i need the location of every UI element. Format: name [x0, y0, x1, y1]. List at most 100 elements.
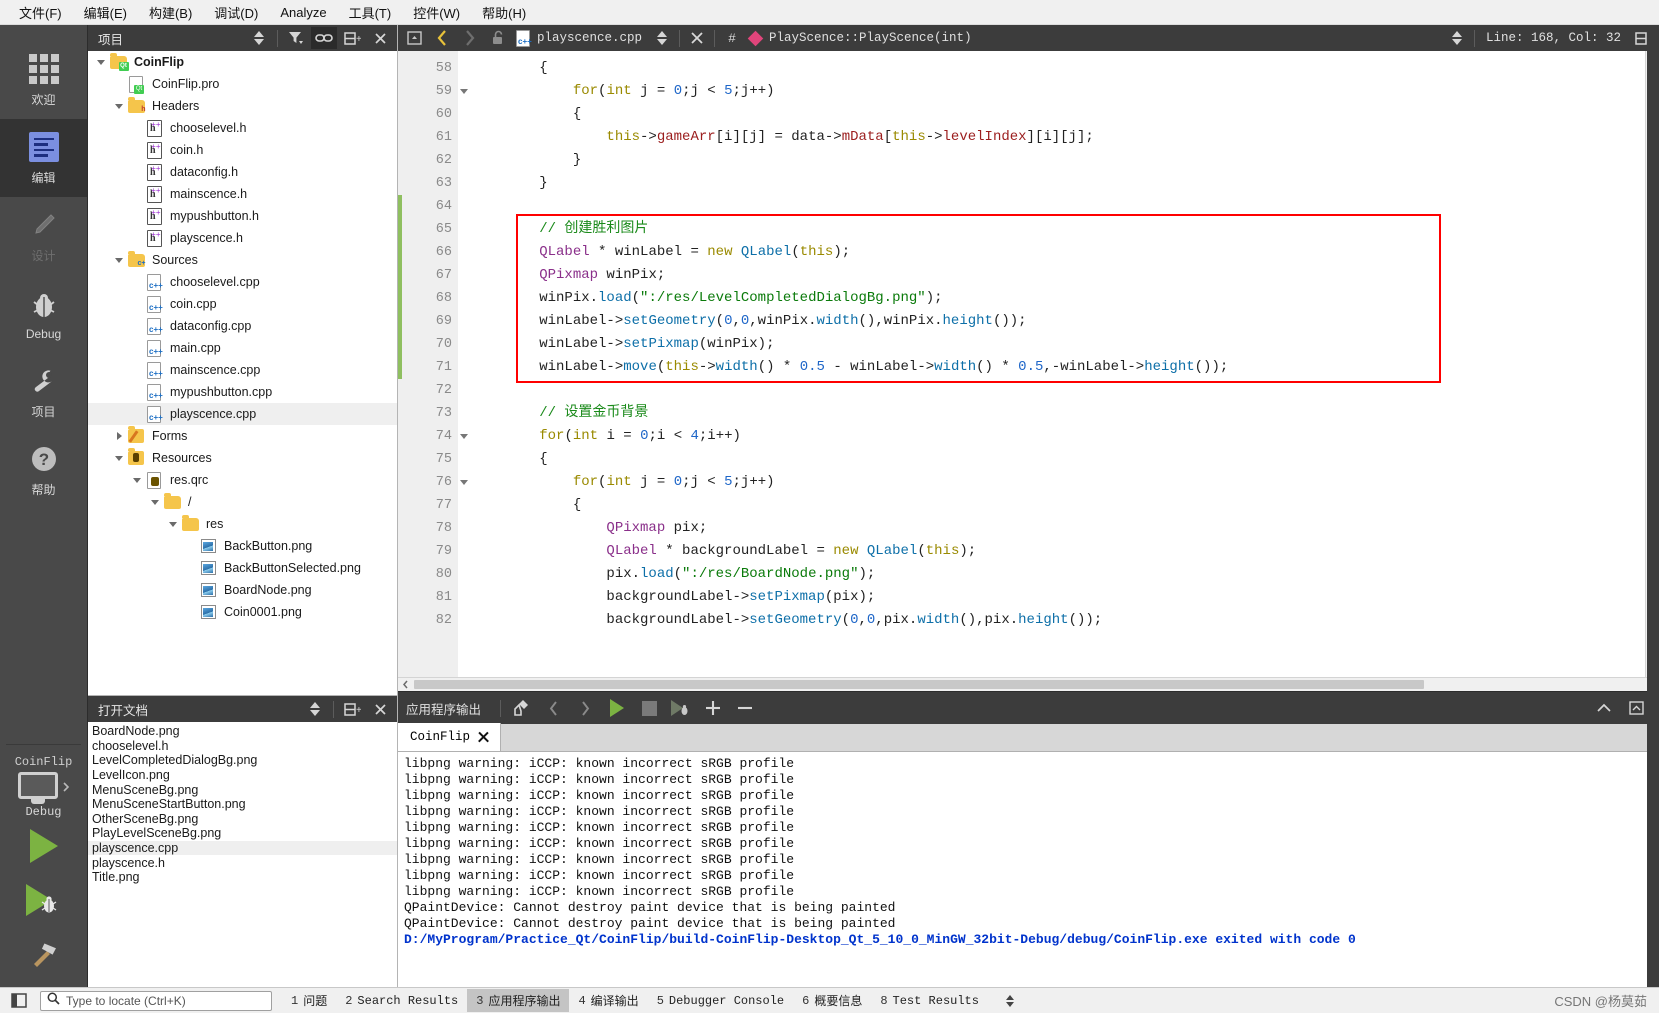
- chevron-right-icon[interactable]: [112, 425, 126, 447]
- zoom-out-icon[interactable]: [730, 694, 760, 722]
- menu-item-debug[interactable]: 调试(D): [203, 0, 269, 25]
- code-line[interactable]: QPixmap pix;: [458, 517, 1645, 540]
- tree-item-resources[interactable]: Resources: [88, 447, 397, 469]
- menu-item-analyze[interactable]: Analyze: [269, 2, 337, 23]
- tree-item-coin-h[interactable]: h ++ coin.h: [88, 139, 397, 161]
- menu-item-tools[interactable]: 工具(T): [338, 0, 403, 25]
- tree-item-dataconfig-h[interactable]: h ++ dataconfig.h: [88, 161, 397, 183]
- code-line[interactable]: }: [458, 172, 1645, 195]
- status-tab-3[interactable]: 3 应用程序输出: [467, 989, 570, 1012]
- tree-item-res[interactable]: res: [88, 513, 397, 535]
- tree-item-coin-cpp[interactable]: c++ coin.cpp: [88, 293, 397, 315]
- chevron-down-icon[interactable]: [112, 95, 126, 117]
- chevron-down-icon[interactable]: [130, 469, 144, 491]
- mode-design[interactable]: 设计: [0, 197, 87, 275]
- status-tab-1[interactable]: 1 问题: [282, 989, 336, 1012]
- prev-item-icon[interactable]: [538, 694, 568, 722]
- updown-arrow-icon[interactable]: [994, 990, 1020, 1012]
- tree-item-res-qrc[interactable]: res.qrc: [88, 469, 397, 491]
- open-document-item[interactable]: MenuSceneBg.png: [88, 782, 397, 797]
- chevron-down-icon[interactable]: [112, 447, 126, 469]
- locator-input[interactable]: Type to locate (Ctrl+K): [40, 990, 272, 1011]
- code-line[interactable]: // 创建胜利图片: [458, 218, 1645, 241]
- output-pane-tabs[interactable]: 1 问题 2 Search Results 3 应用程序输出 4 编译输出 5 Debugger …: [282, 989, 988, 1012]
- file-dropdown-icon[interactable]: [648, 25, 676, 51]
- output-tab-coinflip[interactable]: CoinFlip: [398, 723, 502, 751]
- code-line[interactable]: for(int j = 0;j < 5;j++): [458, 80, 1645, 103]
- current-file-selector[interactable]: c++ playscence.cpp: [512, 29, 648, 47]
- hash-icon[interactable]: #: [718, 25, 746, 51]
- tree-item-dataconfig-cpp[interactable]: c++ dataconfig.cpp: [88, 315, 397, 337]
- tree-item-chooselevel-h[interactable]: h ++ chooselevel.h: [88, 117, 397, 139]
- mode-help[interactable]: ? 帮助: [0, 431, 87, 509]
- tree-item-forms[interactable]: Forms: [88, 425, 397, 447]
- code-line[interactable]: backgroundLabel->setGeometry(0,0,pix.wid…: [458, 609, 1645, 632]
- tree-item-playscence-cpp[interactable]: c++ playscence.cpp: [88, 403, 397, 425]
- unlocked-icon[interactable]: [484, 25, 512, 51]
- chevron-down-icon[interactable]: [94, 51, 108, 73]
- close-icon[interactable]: [367, 27, 393, 49]
- status-tab-8[interactable]: 8 Test Results: [871, 991, 988, 1011]
- tree-item-backbutton-png[interactable]: BackButton.png: [88, 535, 397, 557]
- open-document-item[interactable]: LevelIcon.png: [88, 768, 397, 783]
- tree-item-headers[interactable]: h Headers: [88, 95, 397, 117]
- editor-horizontal-scrollbar[interactable]: [398, 677, 1659, 691]
- code-text[interactable]: { for(int j = 0;j < 5;j++) { this->gameA…: [458, 51, 1645, 677]
- run-button[interactable]: [0, 819, 87, 873]
- tree-item-main-cpp[interactable]: c++ main.cpp: [88, 337, 397, 359]
- back-arrow-icon[interactable]: [428, 25, 456, 51]
- menu-item-build[interactable]: 构建(B): [138, 0, 203, 25]
- scroll-left-icon[interactable]: [398, 678, 412, 692]
- open-documents-list[interactable]: BoardNode.png chooselevel.h LevelCompleted…: [88, 722, 397, 987]
- zoom-in-icon[interactable]: [698, 694, 728, 722]
- kit-selector[interactable]: CoinFlip Debug: [0, 744, 87, 987]
- debug-icon[interactable]: [666, 694, 696, 722]
- sort-updown-icon[interactable]: [246, 27, 272, 49]
- open-document-item[interactable]: BoardNode.png: [88, 724, 397, 739]
- status-tab-6[interactable]: 6 概要信息: [793, 989, 871, 1012]
- forward-arrow-icon[interactable]: [456, 25, 484, 51]
- code-line[interactable]: QLabel * winLabel = new QLabel(this);: [458, 241, 1645, 264]
- open-document-item[interactable]: OtherSceneBg.png: [88, 812, 397, 827]
- code-line[interactable]: [458, 195, 1645, 218]
- mode-debug[interactable]: Debug: [0, 275, 87, 353]
- next-item-icon[interactable]: [570, 694, 600, 722]
- open-document-item[interactable]: PlayLevelSceneBg.png: [88, 826, 397, 841]
- project-tree[interactable]: Qt CoinFlip Qt CoinFlip.pro h Headers h ++ choos…: [88, 51, 397, 695]
- tree-item-boardnode-png[interactable]: BoardNode.png: [88, 579, 397, 601]
- code-line[interactable]: QPixmap winPix;: [458, 264, 1645, 287]
- close-icon[interactable]: [477, 731, 490, 744]
- mode-projects[interactable]: 项目: [0, 353, 87, 431]
- tree-item--[interactable]: /: [88, 491, 397, 513]
- split-icon[interactable]: +: [339, 27, 365, 49]
- run-icon[interactable]: [602, 694, 632, 722]
- tree-item-sources[interactable]: c+ Sources: [88, 249, 397, 271]
- tree-item-chooselevel-cpp[interactable]: c++ chooselevel.cpp: [88, 271, 397, 293]
- open-document-item[interactable]: playscence.cpp: [88, 840, 397, 856]
- code-line[interactable]: QLabel * backgroundLabel = new QLabel(th…: [458, 540, 1645, 563]
- chevron-down-icon[interactable]: [112, 249, 126, 271]
- status-tab-4[interactable]: 4 编译输出: [569, 989, 647, 1012]
- open-document-item[interactable]: chooselevel.h: [88, 739, 397, 754]
- tree-item-mypushbutton-cpp[interactable]: c++ mypushbutton.cpp: [88, 381, 397, 403]
- menu-item-window[interactable]: 控件(W): [402, 0, 471, 25]
- toggle-sidebar-icon[interactable]: [400, 25, 428, 51]
- mode-welcome[interactable]: 欢迎: [0, 41, 87, 119]
- tree-item-coin0001-png[interactable]: Coin0001.png: [88, 601, 397, 623]
- filter-icon[interactable]: [283, 27, 309, 49]
- stop-icon[interactable]: [634, 694, 664, 722]
- menu-item-edit[interactable]: 编辑(E): [73, 0, 138, 25]
- code-line[interactable]: {: [458, 494, 1645, 517]
- tree-item-coinflip-pro[interactable]: Qt CoinFlip.pro: [88, 73, 397, 95]
- code-line[interactable]: backgroundLabel->setPixmap(pix);: [458, 586, 1645, 609]
- close-icon[interactable]: [367, 698, 393, 720]
- chevron-down-icon[interactable]: [166, 513, 180, 535]
- symbol-dropdown-icon[interactable]: [1443, 25, 1471, 51]
- chevron-down-icon[interactable]: [148, 491, 162, 513]
- code-line[interactable]: {: [458, 448, 1645, 471]
- tree-item-backbuttonselected-png[interactable]: BackButtonSelected.png: [88, 557, 397, 579]
- open-document-item[interactable]: Title.png: [88, 870, 397, 885]
- menu-item-help[interactable]: 帮助(H): [471, 0, 537, 25]
- open-document-item[interactable]: LevelCompletedDialogBg.png: [88, 753, 397, 768]
- code-line[interactable]: for(int i = 0;i < 4;i++): [458, 425, 1645, 448]
